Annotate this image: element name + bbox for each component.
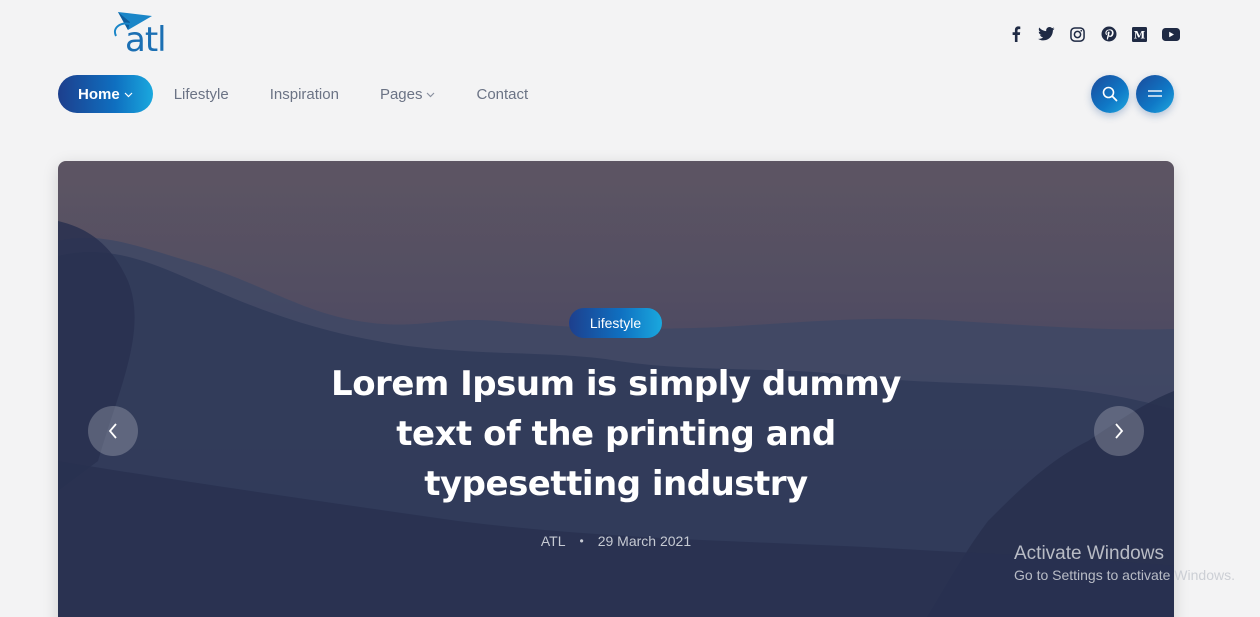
chevron-right-icon xyxy=(1115,423,1124,439)
nav-item-pages[interactable]: Pages xyxy=(380,75,436,113)
nav-item-inspiration[interactable]: Inspiration xyxy=(270,75,339,113)
instagram-icon[interactable] xyxy=(1062,24,1093,44)
menu-button[interactable] xyxy=(1136,75,1174,113)
search-icon xyxy=(1102,86,1118,102)
nav-item-inspiration-label: Inspiration xyxy=(269,85,339,103)
medium-icon[interactable]: M xyxy=(1124,24,1155,44)
watermark-subtitle: Go to Settings to activate Windows. xyxy=(1014,567,1235,583)
youtube-icon[interactable] xyxy=(1155,24,1186,44)
search-button[interactable] xyxy=(1091,75,1129,113)
hamburger-icon xyxy=(1148,90,1162,97)
nav-item-lifestyle-label: Lifestyle xyxy=(173,85,229,103)
site-logo[interactable]: atl xyxy=(110,10,176,62)
slider-prev-button[interactable] xyxy=(88,406,138,456)
twitter-icon[interactable] xyxy=(1031,24,1062,44)
nav-item-home[interactable]: Home xyxy=(58,75,153,113)
svg-text:M: M xyxy=(1134,29,1145,41)
nav-item-contact-label: Contact xyxy=(476,85,529,103)
pinterest-icon[interactable] xyxy=(1093,24,1124,44)
facebook-icon[interactable] xyxy=(1000,24,1031,44)
hero-title[interactable]: Lorem Ipsum is simply dummy text of the … xyxy=(316,359,916,509)
chevron-down-icon xyxy=(124,89,133,101)
meta-separator: • xyxy=(579,534,584,548)
chevron-left-icon xyxy=(108,423,117,439)
slider-next-button[interactable] xyxy=(1094,406,1144,456)
post-meta: ATL • 29 March 2021 xyxy=(58,533,1174,549)
nav-item-pages-label: Pages xyxy=(379,85,423,103)
logo-text: atl xyxy=(125,20,167,60)
nav-item-home-label: Home xyxy=(78,85,120,103)
hero-slider: Lifestyle Lorem Ipsum is simply dummy te… xyxy=(58,161,1174,617)
chevron-down-icon xyxy=(426,89,435,101)
main-nav: Home Lifestyle Inspiration Pages Contact xyxy=(58,75,528,113)
nav-item-lifestyle[interactable]: Lifestyle xyxy=(174,75,229,113)
windows-activation-watermark: Activate Windows Go to Settings to activ… xyxy=(1014,543,1235,583)
nav-item-contact[interactable]: Contact xyxy=(476,75,528,113)
watermark-title: Activate Windows xyxy=(1014,543,1164,564)
category-badge[interactable]: Lifestyle xyxy=(569,308,662,338)
post-author[interactable]: ATL xyxy=(541,533,566,549)
social-links: M xyxy=(1000,24,1186,44)
post-date: 29 March 2021 xyxy=(597,533,692,549)
